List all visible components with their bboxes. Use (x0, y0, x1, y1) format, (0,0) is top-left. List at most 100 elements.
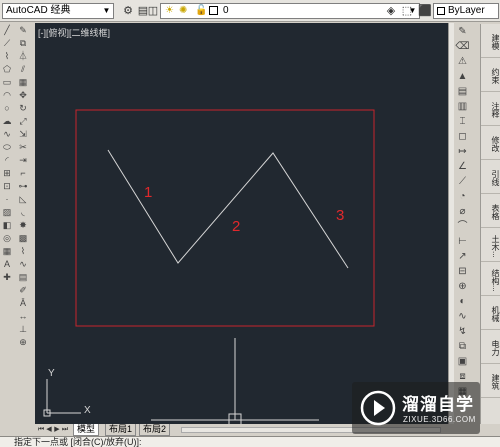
region-icon[interactable]: ◎ (1, 232, 13, 245)
gear-icon[interactable]: ⚙ (121, 4, 135, 18)
layer-dropdown[interactable]: ☀ ✺ 🔓 0 ▼ (160, 3, 420, 19)
spline-icon[interactable]: ∿ (1, 128, 13, 141)
next-tab-icon[interactable]: ▶ (53, 425, 61, 434)
palette-tab[interactable]: 机械 (481, 296, 500, 330)
ruler-icon[interactable]: ⌶ (454, 114, 471, 129)
copy-icon[interactable]: ⧉ (17, 37, 29, 50)
polyline-edit-icon[interactable]: ⌇ (17, 245, 29, 258)
point-icon[interactable]: · (1, 193, 13, 206)
prev-tab-icon[interactable]: ◀ (45, 425, 53, 434)
ellipse-arc-icon[interactable]: ◜ (1, 154, 13, 167)
stretch-icon[interactable]: ⇲ (17, 128, 29, 141)
mtext-icon[interactable]: A (1, 258, 13, 271)
break-icon[interactable]: ⌐ (17, 167, 29, 180)
radius-icon[interactable]: ◔ (454, 189, 471, 204)
center-mark-icon[interactable]: ⊕ (454, 279, 471, 294)
top-toolbar: AutoCAD 经典 ▼ ⚙ ▤ ◫ ☀ ✺ 🔓 0 ▼ ◈ ⬚ ⬛ ByLay… (0, 0, 500, 22)
trim-icon[interactable]: ✂ (17, 141, 29, 154)
add-selected-icon[interactable]: ✚ (1, 271, 13, 284)
match-icon[interactable]: ✐ (17, 284, 29, 297)
angle-icon[interactable]: ∠ (454, 159, 471, 174)
tab-layout2[interactable]: 布局2 (139, 424, 171, 436)
circle-icon[interactable]: ○ (1, 102, 13, 115)
square-icon[interactable]: ◻ (454, 129, 471, 144)
hatch-icon[interactable]: ▨ (1, 206, 13, 219)
palette-tab[interactable]: 电力 (481, 330, 500, 364)
tab-layout1[interactable]: 布局1 (105, 424, 137, 436)
stack-icon[interactable]: ⧉ (454, 339, 471, 354)
layer-match-icon[interactable]: ⬛ (418, 4, 432, 18)
palette-tab[interactable]: 表格 (481, 194, 500, 228)
fillet-icon[interactable]: ◟ (17, 206, 29, 219)
chart-icon[interactable]: ▥ (454, 99, 471, 114)
color-dropdown[interactable]: ByLayer (433, 3, 499, 19)
spline-edit-icon[interactable]: ∿ (17, 258, 29, 271)
group-icon[interactable]: ⊕ (17, 336, 29, 349)
join-icon[interactable]: ⊶ (17, 180, 29, 193)
move-icon[interactable]: ✥ (17, 89, 29, 102)
diameter-icon[interactable]: ⌀ (454, 204, 471, 219)
inspect-icon[interactable]: ◐ (454, 294, 471, 309)
palette-tab[interactable]: 注释 (481, 92, 500, 126)
rectangle-icon[interactable]: ▭ (1, 76, 13, 89)
polyline-icon[interactable]: ⌇ (1, 50, 13, 63)
text-edit-icon[interactable]: Ā (17, 297, 29, 310)
leader-icon[interactable]: ↗ (454, 249, 471, 264)
workspace-value: AutoCAD 经典 (6, 5, 71, 16)
make-block-icon[interactable]: ⊡ (1, 180, 13, 193)
erase-icon[interactable]: ✎ (17, 24, 29, 37)
tolerance-icon[interactable]: ⊟ (454, 264, 471, 279)
extend-icon[interactable]: ⇥ (17, 154, 29, 167)
layers-icon[interactable]: ▣ (454, 354, 471, 369)
workspace-dropdown[interactable]: AutoCAD 经典 ▼ (2, 3, 114, 19)
line-icon[interactable]: ╱ (1, 24, 13, 37)
insert-block-icon[interactable]: ⊞ (1, 167, 13, 180)
polygon-icon[interactable]: ⬠ (1, 63, 13, 76)
properties-icon[interactable]: ▤ (17, 271, 29, 284)
construction-line-icon[interactable]: ⟋ (1, 37, 13, 50)
array-icon[interactable]: ▦ (17, 76, 29, 89)
hatch-edit-icon[interactable]: ▩ (17, 232, 29, 245)
properties-icon[interactable]: ▤ (454, 84, 471, 99)
make-current-icon[interactable]: ◈ (384, 4, 398, 18)
rotate-icon[interactable]: ↻ (17, 102, 29, 115)
dimension-icon[interactable]: ↦ (454, 144, 471, 159)
palette-tab[interactable]: 修改 (481, 126, 500, 160)
scale-icon[interactable]: ⤢ (17, 115, 29, 128)
palette-tab[interactable]: 土木... (481, 228, 500, 262)
revision-cloud-icon[interactable]: ☁ (1, 115, 13, 128)
mirror-icon[interactable]: ⏃ (17, 50, 29, 63)
eraser-icon[interactable]: ⌫ (454, 39, 471, 54)
gradient-icon[interactable]: ◧ (1, 219, 13, 232)
arc-icon[interactable]: ◠ (1, 89, 13, 102)
pencil-icon[interactable]: ✎ (454, 24, 471, 39)
lengthen-icon[interactable]: ↔ (17, 310, 29, 323)
triangle-icon[interactable]: ▲ (454, 69, 471, 84)
offset-icon[interactable]: ⫽ (17, 63, 29, 76)
command-line[interactable]: 指定下一点或 [闭合(C)/放弃(U)]: (0, 436, 500, 447)
slash-icon[interactable]: ⟋ (454, 174, 471, 189)
align-icon[interactable]: ⊥ (17, 323, 29, 336)
palette-tab[interactable]: 引线 (481, 160, 500, 194)
wave-icon[interactable]: ∿ (454, 309, 471, 324)
ordinate-icon[interactable]: ⊢ (454, 234, 471, 249)
palette-tab[interactable]: 结构... (481, 262, 500, 296)
curve-icon[interactable]: ↯ (454, 324, 471, 339)
watermark: 溜溜自学 ZIXUE.3D66.COM (352, 382, 480, 434)
palette-tab[interactable]: 建筑 (481, 364, 500, 398)
tab-model[interactable]: 模型 (73, 424, 100, 436)
palette-tab[interactable]: 约束 (481, 58, 500, 92)
layer-state-icon[interactable]: ◫ (146, 4, 160, 18)
drawing-viewport[interactable]: [-][俯视][二维线框] 1 2 3 Y X (35, 23, 448, 427)
ellipse-icon[interactable]: ⬭ (1, 141, 13, 154)
table-icon[interactable]: ▦ (1, 245, 13, 258)
layer-previous-icon[interactable]: ⬚ (400, 4, 414, 18)
chamfer-icon[interactable]: ◺ (17, 193, 29, 206)
explode-icon[interactable]: ✸ (17, 219, 29, 232)
first-tab-icon[interactable]: ⏮ (37, 425, 45, 434)
warning-icon[interactable]: ⚠ (454, 54, 471, 69)
arc-length-icon[interactable]: ⌒ (454, 219, 471, 234)
palette-tab[interactable]: 建模 (481, 24, 500, 58)
color-swatch (437, 7, 445, 15)
last-tab-icon[interactable]: ⏭ (61, 425, 69, 434)
